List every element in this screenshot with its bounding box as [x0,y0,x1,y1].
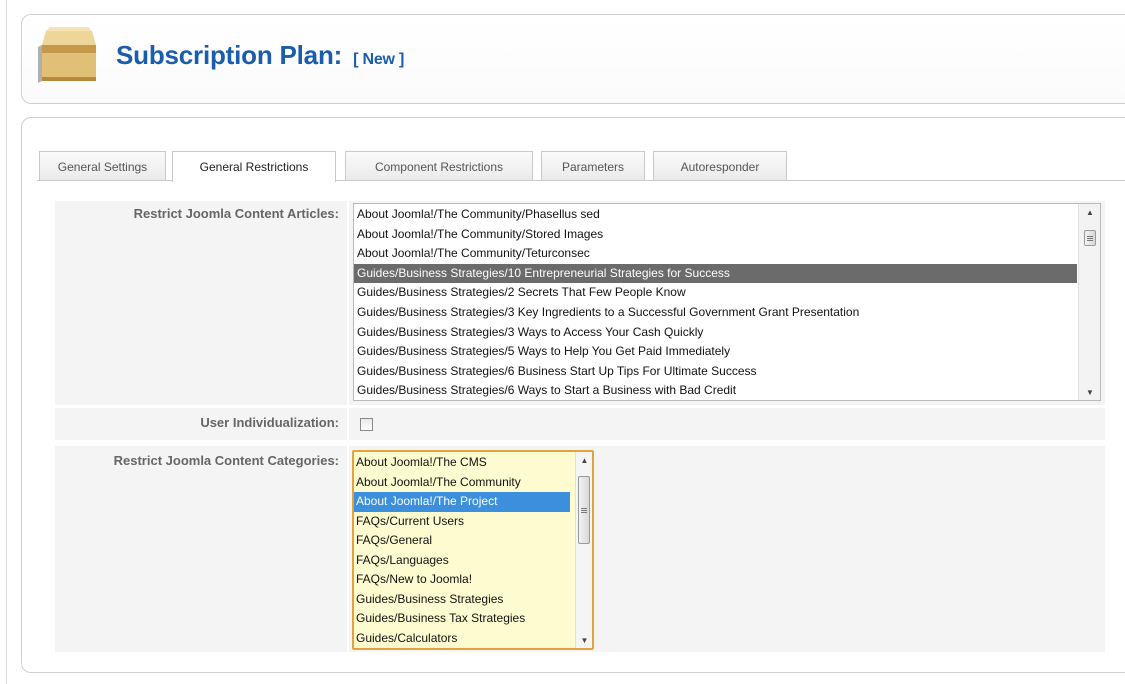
article-option[interactable]: About Joomla!/The Community/Teturconsec [354,244,1100,264]
scroll-thumb[interactable] [1084,230,1096,246]
article-option[interactable]: Guides/Business Strategies/3 Ways to Acc… [354,323,1100,343]
category-option-selected[interactable]: About Joomla!/The Project [354,492,570,512]
scroll-down-arrow-icon[interactable]: ▼ [576,632,592,648]
category-option[interactable]: FAQs/General [354,531,592,551]
categories-label: Restrict Joomla Content Categories: [55,446,347,652]
header-panel: Subscription Plan: [ New ] [21,14,1125,104]
user-individualization-checkbox[interactable] [360,418,373,431]
scroll-down-arrow-icon[interactable]: ▼ [1079,384,1100,400]
page-title-status: [ New ] [353,51,405,68]
articles-listbox[interactable]: About Joomla!/The Community/Phasellus se… [353,203,1101,401]
tab-general-settings[interactable]: General Settings [39,151,166,181]
article-option[interactable]: About Joomla!/The Community/Stored Image… [354,225,1100,245]
article-option[interactable]: Guides/Business Strategies/2 Secrets Tha… [354,283,1100,303]
package-box-icon [38,27,96,83]
article-option-selected[interactable]: Guides/Business Strategies/10 Entreprene… [354,263,1077,284]
category-option[interactable]: About Joomla!/The CMS [354,453,592,473]
tab-general-restrictions[interactable]: General Restrictions [172,151,336,182]
categories-listbox[interactable]: About Joomla!/The CMS About Joomla!/The … [352,450,594,650]
scroll-up-arrow-icon[interactable]: ▲ [576,452,592,468]
scroll-thumb[interactable] [578,476,590,544]
page-left-border [6,0,7,684]
tab-parameters[interactable]: Parameters [541,151,645,181]
article-option[interactable]: Guides/Business Strategies/3 Key Ingredi… [354,303,1100,323]
tab-autoresponder[interactable]: Autoresponder [653,151,787,181]
article-option[interactable]: Guides/Business Strategies/6 Business St… [354,362,1100,382]
category-option[interactable]: FAQs/Languages [354,551,592,571]
articles-scrollbar[interactable]: ▲ ▼ [1078,204,1100,400]
article-option[interactable]: Guides/Business Strategies/6 Ways to Sta… [354,381,1100,400]
article-option[interactable]: About Joomla!/The Community/Phasellus se… [354,205,1100,225]
category-option[interactable]: FAQs/New to Joomla! [354,570,592,590]
category-option[interactable]: FAQs/Current Users [354,512,592,532]
individualization-field-cell [349,408,1105,440]
page-title: Subscription Plan: [ New ] [116,40,404,71]
scroll-up-arrow-icon[interactable]: ▲ [1079,204,1100,220]
individualization-label: User Individualization: [55,408,347,440]
category-option[interactable]: Guides/Calculators [354,629,592,649]
category-option[interactable]: About Joomla!/The Community [354,473,592,493]
category-option[interactable]: Guides/Business Tax Strategies [354,609,592,629]
article-option[interactable]: Guides/Business Strategies/5 Ways to Hel… [354,342,1100,362]
page-title-text: Subscription Plan: [116,40,343,70]
articles-label: Restrict Joomla Content Articles: [55,201,347,405]
category-option[interactable]: Guides/Business Strategies [354,590,592,610]
categories-scrollbar[interactable]: ▲ ▼ [575,452,592,648]
tab-component-restrictions[interactable]: Component Restrictions [345,151,533,181]
